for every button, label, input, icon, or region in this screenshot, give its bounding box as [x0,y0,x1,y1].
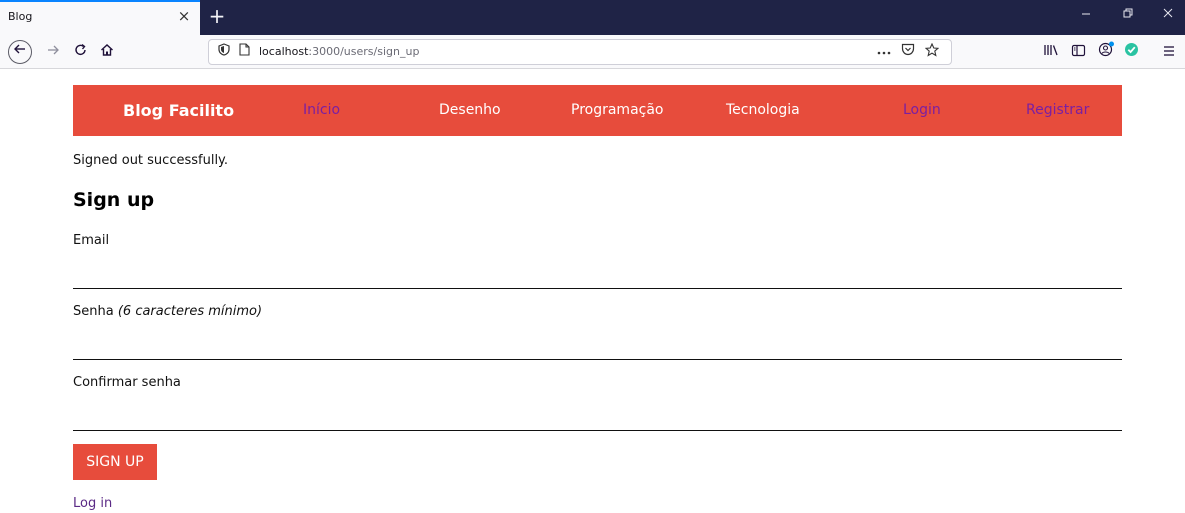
page-icon [235,43,253,61]
confirm-password-field[interactable] [73,402,1122,431]
back-arrow-icon[interactable] [8,40,32,64]
nav-item-login[interactable]: Login [903,102,941,118]
brand-link[interactable]: Blog Facilito [123,101,234,120]
pocket-icon[interactable] [899,43,917,61]
check-icon[interactable] [1120,41,1142,63]
sidebar-icon[interactable] [1067,41,1089,63]
flash-notice: Signed out successfully. [73,153,229,168]
restore-icon[interactable] [1118,7,1138,25]
url-path: :3000/users/sign_up [308,45,420,58]
reload-icon[interactable] [70,41,92,63]
email-field[interactable] [73,260,1122,289]
password-label: Senha (6 caracteres mínimo) [73,304,262,319]
site-navbar: Blog Facilito Início Desenho Programação… [73,85,1122,136]
url-text: localhost:3000/users/sign_up [259,45,419,58]
password-hint: (6 caracteres mínimo) [117,304,263,319]
browser-tab[interactable]: Blog × [0,0,200,35]
confirm-password-label: Confirmar senha [73,375,181,390]
more-icon[interactable] [875,43,893,61]
log-in-link[interactable]: Log in [73,496,112,511]
browser-tab-bar: Blog × + [0,0,1185,35]
nav-item-inicio[interactable]: Início [303,102,340,118]
account-icon[interactable] [1095,41,1117,63]
nav-item-desenho[interactable]: Desenho [439,102,501,118]
tab-title: Blog [8,10,33,23]
new-tab-icon[interactable]: + [206,3,228,29]
nav-item-programacao[interactable]: Programação [571,102,664,118]
star-icon[interactable] [923,42,941,61]
home-icon[interactable] [96,41,118,63]
page-content: Blog Facilito Início Desenho Programação… [0,69,1185,513]
password-field[interactable] [73,331,1122,360]
browser-toolbar: localhost:3000/users/sign_up [0,35,1185,69]
email-label: Email [73,233,110,248]
close-tab-icon[interactable]: × [176,7,192,25]
library-icon[interactable] [1040,41,1062,63]
nav-item-registrar[interactable]: Registrar [1026,102,1089,118]
page-title: Sign up [73,189,155,211]
minimize-icon[interactable] [1076,7,1096,25]
forward-arrow-icon[interactable] [42,41,64,63]
url-bar[interactable]: localhost:3000/users/sign_up [208,39,952,65]
shield-icon[interactable] [215,43,233,61]
sign-up-button[interactable]: Sign up [73,444,157,480]
nav-item-tecnologia[interactable]: Tecnologia [726,102,800,118]
menu-icon[interactable] [1158,41,1180,63]
password-label-text: Senha [73,304,114,319]
close-window-icon[interactable] [1158,7,1178,25]
url-host: localhost [259,45,309,58]
